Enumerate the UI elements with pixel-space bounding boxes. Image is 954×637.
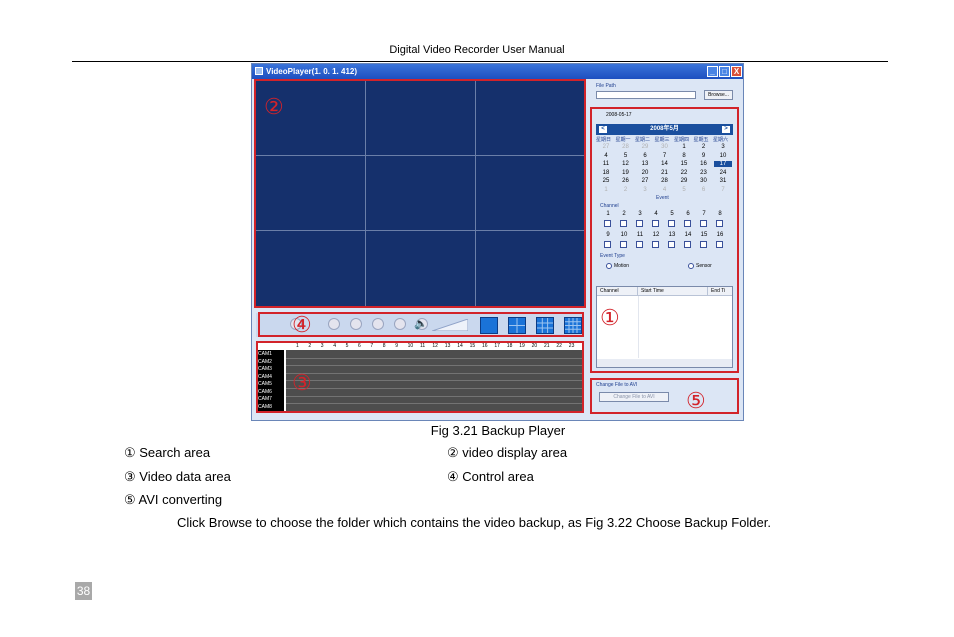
instruction-text: Click Browse to choose the folder which … <box>177 515 771 530</box>
app-icon <box>255 67 263 75</box>
file-path-label: File Path <box>596 83 616 89</box>
window-title: VideoPlayer(1. 0. 1. 412) <box>266 67 358 76</box>
page-number: 38 <box>75 582 92 600</box>
legend-item: ⑤ AVI converting <box>124 492 223 507</box>
callout-avi: ⑤ <box>686 388 706 413</box>
minimize-button[interactable]: _ <box>707 66 718 77</box>
header-rule <box>72 61 888 62</box>
callout-timeline: ③ <box>292 370 312 395</box>
file-path-input[interactable] <box>596 91 696 99</box>
callout-search: ① <box>600 305 620 330</box>
video-area-highlight <box>254 79 586 308</box>
legend-item: ③ Video data area <box>124 469 231 484</box>
legend-item: ① Search area <box>124 445 211 460</box>
right-panel: File Path Browse... 2008-05-17 < 2008年5月… <box>590 80 742 420</box>
figure-caption: Fig 3.21 Backup Player <box>430 423 566 438</box>
browse-button[interactable]: Browse... <box>704 90 733 100</box>
maximize-button[interactable]: □ <box>719 66 730 77</box>
legend-item: ② video display area <box>447 445 568 460</box>
document-header: Digital Video Recorder User Manual <box>389 44 565 56</box>
close-button[interactable]: X <box>731 66 742 77</box>
window-titlebar: VideoPlayer(1. 0. 1. 412) _ □ X <box>252 64 743 79</box>
backup-player-screenshot: VideoPlayer(1. 0. 1. 412) _ □ X ② 🔈 ④ 12… <box>251 63 744 421</box>
legend-item: ④ Control area <box>447 469 534 484</box>
callout-control: ④ <box>292 312 312 337</box>
search-area-highlight <box>590 107 739 373</box>
avi-area-highlight <box>590 378 739 414</box>
callout-video: ② <box>264 94 284 119</box>
